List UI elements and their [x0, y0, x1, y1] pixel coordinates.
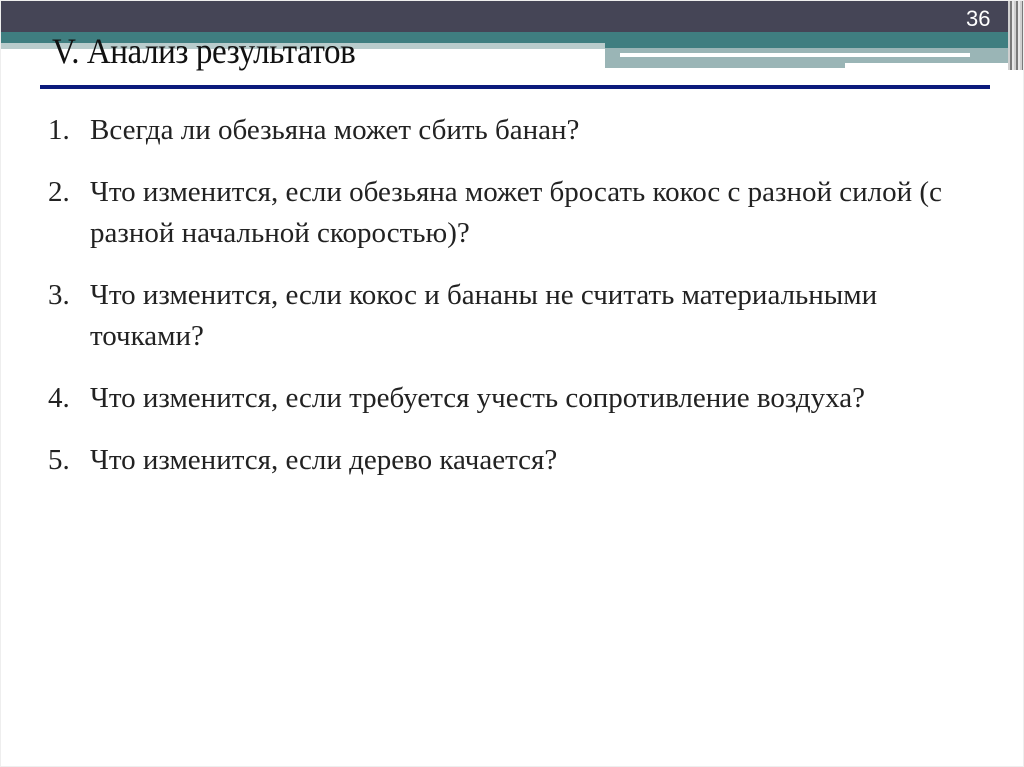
item-number: 2. — [48, 176, 70, 208]
item-text: Что изменится, если обезьяна может броса… — [90, 176, 942, 249]
item-number: 5. — [48, 444, 70, 476]
slide-title: V. Анализ результатов — [52, 31, 356, 71]
question-list: 1. Всегда ли обезьяна может сбить банан? … — [48, 110, 988, 502]
list-item: 2. Что изменится, если обезьяна может бро… — [48, 172, 988, 254]
header-dark-band — [0, 0, 1024, 32]
header-decor-line — [620, 53, 970, 57]
slide-number: 36 — [966, 6, 991, 31]
item-text: Что изменится, если требуется учесть соп… — [90, 382, 865, 414]
list-item: 4. Что изменится, если требуется учесть с… — [48, 378, 988, 419]
list-item: 5. Что изменится, если дерево качается? — [48, 440, 988, 481]
header-vertical-stripes — [1008, 0, 1024, 70]
item-text: Всегда ли обезьяна может сбить банан? — [90, 114, 580, 146]
item-text: Что изменится, если кокос и бананы не сч… — [90, 279, 878, 352]
list-item: 1. Всегда ли обезьяна может сбить банан? — [48, 110, 988, 151]
item-number: 1. — [48, 114, 70, 146]
item-text: Что изменится, если дерево качается? — [90, 444, 558, 476]
title-underline — [40, 85, 990, 89]
header-decor-line — [845, 63, 1010, 68]
item-number: 4. — [48, 382, 70, 414]
list-item: 3. Что изменится, если кокос и бананы не … — [48, 275, 988, 357]
item-number: 3. — [48, 279, 70, 311]
